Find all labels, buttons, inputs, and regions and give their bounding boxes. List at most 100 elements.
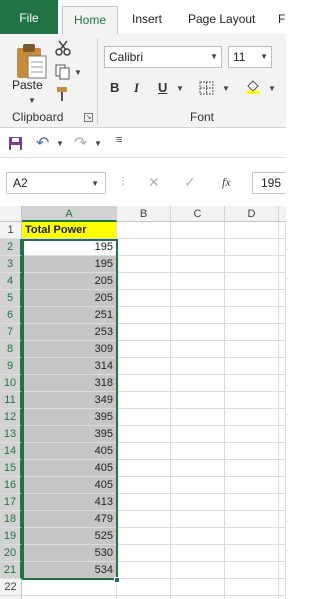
cell-b[interactable] [117, 562, 171, 579]
cell-a[interactable]: 205 [22, 273, 117, 290]
cell-e[interactable] [279, 409, 286, 426]
font-size-select[interactable]: 11 ▼ [228, 46, 272, 68]
cell-d[interactable] [225, 443, 279, 460]
name-box[interactable]: A2 ▼ [6, 172, 106, 194]
enter-icon[interactable]: ✓ [184, 174, 196, 191]
cell-b[interactable] [117, 273, 171, 290]
column-header-e[interactable] [279, 206, 286, 222]
row-header[interactable]: 3 [0, 256, 22, 273]
redo-icon[interactable]: ↷ [74, 133, 87, 153]
row-header[interactable]: 8 [0, 341, 22, 358]
cell-b[interactable] [117, 494, 171, 511]
cell-d[interactable] [225, 545, 279, 562]
cell-d[interactable] [225, 426, 279, 443]
cell-a[interactable] [22, 579, 117, 596]
copy-dropdown-icon[interactable]: ▼ [74, 68, 82, 77]
cell-e[interactable] [279, 511, 286, 528]
fill-handle[interactable] [114, 577, 120, 583]
bold-button[interactable]: B [110, 80, 119, 95]
cell-c[interactable] [171, 358, 225, 375]
column-header-c[interactable]: C [171, 206, 225, 222]
cell-a[interactable]: 205 [22, 290, 117, 307]
cell-d[interactable] [225, 562, 279, 579]
cell-b[interactable] [117, 307, 171, 324]
cell-e[interactable] [279, 460, 286, 477]
cell-e[interactable] [279, 256, 286, 273]
row-header[interactable]: 10 [0, 375, 22, 392]
format-painter-icon[interactable] [54, 86, 72, 102]
cell-e[interactable] [279, 545, 286, 562]
cell-a[interactable]: 195 [22, 239, 117, 256]
cell-e[interactable] [279, 290, 286, 307]
redo-dropdown-icon[interactable]: ▼ [94, 139, 102, 148]
row-header[interactable]: 21 [0, 562, 22, 579]
row-header[interactable]: 7 [0, 324, 22, 341]
cell-b[interactable] [117, 528, 171, 545]
cut-icon[interactable] [54, 40, 72, 56]
cell-a[interactable]: 525 [22, 528, 117, 545]
cell-b[interactable] [117, 511, 171, 528]
cell-c[interactable] [171, 273, 225, 290]
row-header[interactable]: 2 [0, 239, 22, 256]
tab-home[interactable]: Home [62, 6, 118, 34]
cell-a[interactable]: 534 [22, 562, 117, 579]
cell-e[interactable] [279, 392, 286, 409]
cell-e[interactable] [279, 494, 286, 511]
save-icon[interactable] [8, 136, 23, 151]
cell-d[interactable] [225, 528, 279, 545]
row-header[interactable]: 6 [0, 307, 22, 324]
cell-c[interactable] [171, 443, 225, 460]
cell-b[interactable] [117, 443, 171, 460]
cell-a[interactable]: 413 [22, 494, 117, 511]
row-header[interactable]: 4 [0, 273, 22, 290]
cell-b[interactable] [117, 358, 171, 375]
cell-b[interactable] [117, 222, 171, 239]
row-header[interactable]: 17 [0, 494, 22, 511]
cell-e[interactable] [279, 273, 286, 290]
cell-a[interactable]: 309 [22, 341, 117, 358]
column-header-cell[interactable]: Total Power [22, 222, 117, 239]
paste-icon[interactable] [14, 42, 48, 80]
cell-c[interactable] [171, 579, 225, 596]
row-header[interactable]: 5 [0, 290, 22, 307]
tab-overflow[interactable]: F [270, 6, 293, 34]
cell-e[interactable] [279, 562, 286, 579]
cell-e[interactable] [279, 358, 286, 375]
cell-e[interactable] [279, 375, 286, 392]
borders-icon[interactable] [198, 80, 216, 96]
row-header[interactable]: 15 [0, 460, 22, 477]
cell-d[interactable] [225, 222, 279, 239]
cell-c[interactable] [171, 290, 225, 307]
row-header[interactable]: 16 [0, 477, 22, 494]
cell-c[interactable] [171, 375, 225, 392]
cell-b[interactable] [117, 477, 171, 494]
cell-b[interactable] [117, 290, 171, 307]
cell-d[interactable] [225, 579, 279, 596]
borders-dropdown-icon[interactable]: ▼ [222, 84, 230, 93]
cell-a[interactable]: 479 [22, 511, 117, 528]
cell-d[interactable] [225, 307, 279, 324]
cell-d[interactable] [225, 409, 279, 426]
cell-e[interactable] [279, 222, 286, 239]
cell-c[interactable] [171, 341, 225, 358]
cell-c[interactable] [171, 528, 225, 545]
cell-d[interactable] [225, 341, 279, 358]
row-header[interactable]: 9 [0, 358, 22, 375]
cell-e[interactable] [279, 341, 286, 358]
cell-a[interactable]: 395 [22, 426, 117, 443]
cell-c[interactable] [171, 477, 225, 494]
cell-e[interactable] [279, 426, 286, 443]
cell-b[interactable] [117, 375, 171, 392]
cell-e[interactable] [279, 477, 286, 494]
cell-e[interactable] [279, 528, 286, 545]
cancel-icon[interactable]: ✕ [148, 174, 160, 191]
cell-d[interactable] [225, 460, 279, 477]
cell-b[interactable] [117, 426, 171, 443]
cell-b[interactable] [117, 545, 171, 562]
row-header[interactable]: 22 [0, 579, 22, 596]
paste-button[interactable]: Paste [12, 78, 43, 92]
undo-dropdown-icon[interactable]: ▼ [56, 139, 64, 148]
cell-e[interactable] [279, 239, 286, 256]
customize-qat-icon[interactable]: ≡ [116, 134, 122, 146]
cell-a[interactable]: 195 [22, 256, 117, 273]
